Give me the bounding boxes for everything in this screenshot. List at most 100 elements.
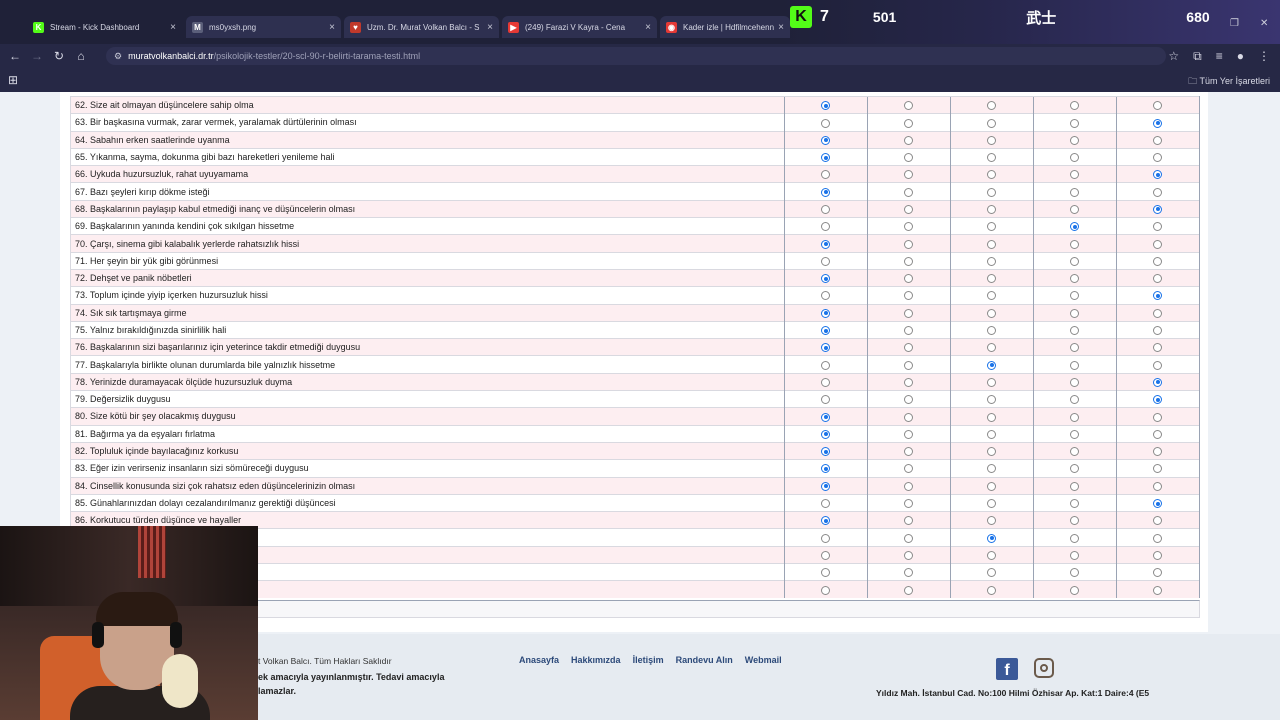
answer-radio[interactable] (904, 101, 914, 111)
answer-radio[interactable] (1153, 395, 1163, 405)
answer-radio[interactable] (987, 118, 997, 128)
answer-radio[interactable] (821, 447, 831, 457)
answer-radio[interactable] (987, 187, 997, 197)
answer-radio[interactable] (987, 308, 997, 318)
footer-link[interactable]: Webmail (745, 655, 782, 665)
answer-radio[interactable] (821, 274, 831, 284)
answer-radio[interactable] (1070, 256, 1080, 266)
reload-icon[interactable]: ↻ (48, 49, 70, 63)
answer-radio[interactable] (904, 429, 914, 439)
answer-radio[interactable] (821, 585, 831, 595)
tab-close-icon[interactable]: × (778, 22, 784, 33)
answer-radio[interactable] (987, 377, 997, 387)
answer-radio[interactable] (904, 447, 914, 457)
facebook-icon[interactable]: f (996, 658, 1018, 680)
answer-radio[interactable] (1153, 222, 1163, 232)
answer-radio[interactable] (1153, 204, 1163, 214)
answer-radio[interactable] (821, 170, 831, 180)
instagram-icon[interactable] (1034, 658, 1054, 678)
apps-grid-icon[interactable]: ⊞ (8, 73, 18, 87)
answer-radio[interactable] (821, 516, 831, 526)
answer-radio[interactable] (1070, 395, 1080, 405)
answer-radio[interactable] (821, 135, 831, 145)
answer-radio[interactable] (1153, 585, 1163, 595)
tab-close-icon[interactable]: × (170, 22, 176, 33)
answer-radio[interactable] (821, 377, 831, 387)
answer-radio[interactable] (1070, 464, 1080, 474)
answer-radio[interactable] (904, 516, 914, 526)
answer-radio[interactable] (821, 153, 831, 163)
answer-radio[interactable] (904, 326, 914, 336)
footer-link[interactable]: Anasayfa (519, 655, 559, 665)
answer-radio[interactable] (904, 239, 914, 249)
all-bookmarks-link[interactable]: 🗀 Tüm Yer İşaretleri (1188, 74, 1270, 90)
browser-tab[interactable]: ◉ Kader izle | Hdfilmcehennemi× (660, 16, 790, 38)
answer-radio[interactable] (904, 464, 914, 474)
extensions-icon[interactable]: ⧉ (1193, 49, 1202, 64)
media-controls-icon[interactable]: ≡ (1216, 49, 1223, 64)
answer-radio[interactable] (821, 204, 831, 214)
answer-radio[interactable] (987, 499, 997, 509)
answer-radio[interactable] (1070, 447, 1080, 457)
answer-radio[interactable] (1153, 481, 1163, 491)
answer-radio[interactable] (821, 326, 831, 336)
answer-radio[interactable] (1153, 464, 1163, 474)
answer-radio[interactable] (987, 447, 997, 457)
answer-radio[interactable] (1070, 118, 1080, 128)
answer-radio[interactable] (1070, 533, 1080, 543)
answer-radio[interactable] (987, 533, 997, 543)
answer-radio[interactable] (987, 360, 997, 370)
back-icon[interactable]: ← (4, 49, 26, 63)
browser-tab[interactable]: ▶ (249) Farazi V Kayra - Cena × (502, 16, 657, 38)
answer-radio[interactable] (1153, 256, 1163, 266)
answer-radio[interactable] (1153, 239, 1163, 249)
answer-radio[interactable] (987, 274, 997, 284)
forward-icon[interactable]: → (26, 49, 48, 63)
answer-radio[interactable] (821, 308, 831, 318)
answer-radio[interactable] (987, 481, 997, 491)
answer-radio[interactable] (1070, 135, 1080, 145)
answer-radio[interactable] (1153, 291, 1163, 301)
answer-radio[interactable] (1153, 568, 1163, 578)
answer-radio[interactable] (821, 395, 831, 405)
answer-radio[interactable] (1153, 377, 1163, 387)
answer-radio[interactable] (1070, 308, 1080, 318)
answer-radio[interactable] (821, 481, 831, 491)
answer-radio[interactable] (821, 256, 831, 266)
answer-radio[interactable] (1070, 291, 1080, 301)
answer-radio[interactable] (987, 585, 997, 595)
answer-radio[interactable] (1153, 326, 1163, 336)
answer-radio[interactable] (987, 395, 997, 405)
answer-radio[interactable] (821, 239, 831, 249)
answer-radio[interactable] (821, 187, 831, 197)
answer-radio[interactable] (821, 412, 831, 422)
answer-radio[interactable] (1070, 204, 1080, 214)
answer-radio[interactable] (904, 585, 914, 595)
answer-radio[interactable] (904, 308, 914, 318)
browser-tab[interactable]: K Stream - Kick Dashboard × (27, 16, 182, 38)
answer-radio[interactable] (987, 170, 997, 180)
close-window-icon[interactable]: ✕ (1260, 18, 1268, 29)
answer-radio[interactable] (1153, 343, 1163, 353)
tab-close-icon[interactable]: × (329, 22, 335, 33)
answer-radio[interactable] (904, 550, 914, 560)
answer-radio[interactable] (821, 118, 831, 128)
tab-close-icon[interactable]: × (645, 22, 651, 33)
answer-radio[interactable] (904, 412, 914, 422)
answer-radio[interactable] (1070, 326, 1080, 336)
answer-radio[interactable] (987, 101, 997, 111)
answer-radio[interactable] (1070, 481, 1080, 491)
answer-radio[interactable] (821, 222, 831, 232)
answer-radio[interactable] (1070, 412, 1080, 422)
answer-radio[interactable] (1070, 274, 1080, 284)
answer-radio[interactable] (1070, 429, 1080, 439)
answer-radio[interactable] (821, 499, 831, 509)
answer-radio[interactable] (1070, 360, 1080, 370)
answer-radio[interactable] (1153, 118, 1163, 128)
answer-radio[interactable] (987, 568, 997, 578)
answer-radio[interactable] (1070, 343, 1080, 353)
bookmark-star-icon[interactable]: ☆ (1168, 49, 1179, 64)
answer-radio[interactable] (821, 568, 831, 578)
answer-radio[interactable] (904, 204, 914, 214)
answer-radio[interactable] (1070, 499, 1080, 509)
